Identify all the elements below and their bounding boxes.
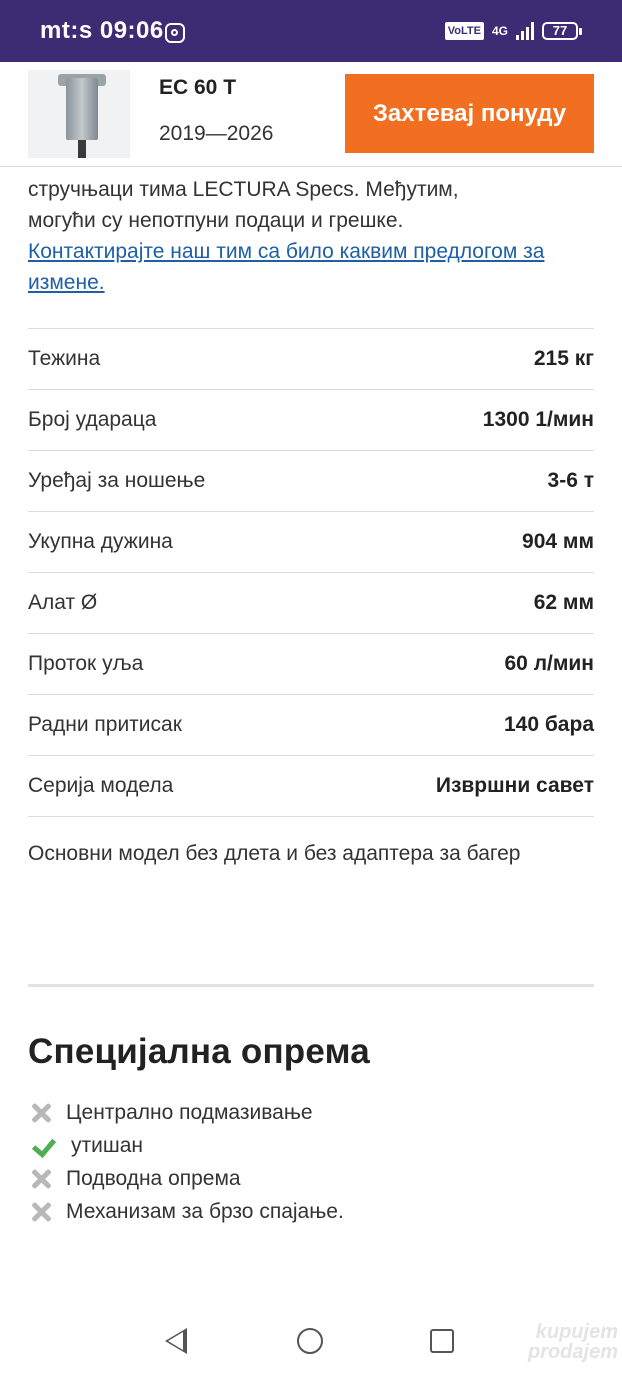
spec-row: Тежина 215 кг <box>28 329 594 390</box>
equipment-item: Централно подмазивање <box>28 1096 594 1129</box>
back-icon[interactable] <box>165 1328 187 1354</box>
check-icon <box>28 1133 54 1159</box>
spec-row: Укупна дужина 904 мм <box>28 512 594 573</box>
spec-label: Серија модела <box>28 774 174 797</box>
signal-icon <box>516 22 534 40</box>
spec-value: 3-6 т <box>547 469 594 492</box>
spec-label: Број удараца <box>28 408 157 431</box>
equipment-label: утишан <box>71 1133 143 1157</box>
spec-label: Тежина <box>28 347 101 370</box>
equipment-label: Централно подмазивање <box>66 1100 313 1124</box>
spec-label: Уређај за ношење <box>28 469 206 492</box>
cross-icon <box>28 1199 54 1225</box>
spec-value: 215 кг <box>533 347 594 370</box>
product-years: 2019—2026 <box>159 122 274 145</box>
volte-badge: VoLTE <box>444 22 484 40</box>
spec-row: Серија модела Извршни савет <box>28 756 594 817</box>
recent-apps-icon[interactable] <box>430 1329 454 1353</box>
watermark-line: prodajem <box>527 1341 618 1363</box>
spec-value: 140 бара <box>503 713 594 736</box>
intro-text: стручњаци тима LECTURA Specs. Међутим, м… <box>28 150 594 298</box>
spec-value: 60 л/мин <box>504 652 595 675</box>
cross-icon <box>28 1100 54 1126</box>
watermark-logo: kupujem prodajem <box>528 1322 618 1362</box>
equipment-label: Механизам за брзо спајање. <box>66 1199 344 1223</box>
network-type: 4G <box>491 24 508 38</box>
instagram-icon <box>165 23 185 43</box>
intro-line: могући су непотпуни подаци и грешке. <box>28 209 404 232</box>
status-bar: mt:s 09:06 VoLTE 4G 77 <box>0 0 622 62</box>
contact-team-link[interactable]: Контактирајте наш тим са било каквим пре… <box>28 236 594 298</box>
spec-value: 1300 1/мин <box>482 408 594 431</box>
product-thumbnail[interactable] <box>28 70 130 158</box>
equipment-item: утишан <box>28 1129 594 1162</box>
cross-icon <box>28 1166 54 1192</box>
spec-row: Уређај за ношење 3-6 т <box>28 451 594 512</box>
spec-label: Укупна дужина <box>28 530 173 553</box>
spec-value: 904 мм <box>522 530 594 553</box>
product-model: EC 60 T <box>159 76 237 99</box>
sticky-product-header: EC 60 T 2019—2026 Захтевај понуду <box>0 62 622 167</box>
special-equipment-heading: Специјална опрема <box>28 1032 370 1071</box>
equipment-label: Подводна опрема <box>66 1166 241 1190</box>
request-offer-button[interactable]: Захтевај понуду <box>345 74 594 153</box>
spec-label: Алат Ø <box>28 591 98 614</box>
spec-label: Проток уља <box>28 652 144 675</box>
base-model-note: Основни модел без длета и без адаптера з… <box>28 842 521 865</box>
equipment-item: Подводна опрема <box>28 1162 594 1195</box>
spec-row: Број удараца 1300 1/мин <box>28 390 594 451</box>
carrier-time: mt:s 09:06 <box>40 17 164 44</box>
status-icons: VoLTE 4G 77 <box>444 22 582 40</box>
specs-table: Тежина 215 кг Број удараца 1300 1/мин Уређ… <box>28 328 594 817</box>
spec-row: Радни притисак 140 бара <box>28 695 594 756</box>
watermark-line: kupujem <box>535 1321 618 1343</box>
spec-row: Проток уља 60 л/мин <box>28 634 594 695</box>
spec-label: Радни притисак <box>28 713 182 736</box>
intro-line: стручњаци тима LECTURA Specs. Међутим, <box>28 178 459 201</box>
spec-row: Алат Ø 62 мм <box>28 573 594 634</box>
section-divider <box>28 984 594 987</box>
battery-icon: 77 <box>542 22 582 40</box>
special-equipment-list: Централно подмазивање утишан Подводна оп… <box>28 1096 594 1228</box>
spec-value: 62 мм <box>533 591 594 614</box>
spec-value: Извршни савет <box>435 774 594 797</box>
equipment-item: Механизам за брзо спајање. <box>28 1195 594 1228</box>
home-icon[interactable] <box>297 1328 323 1354</box>
